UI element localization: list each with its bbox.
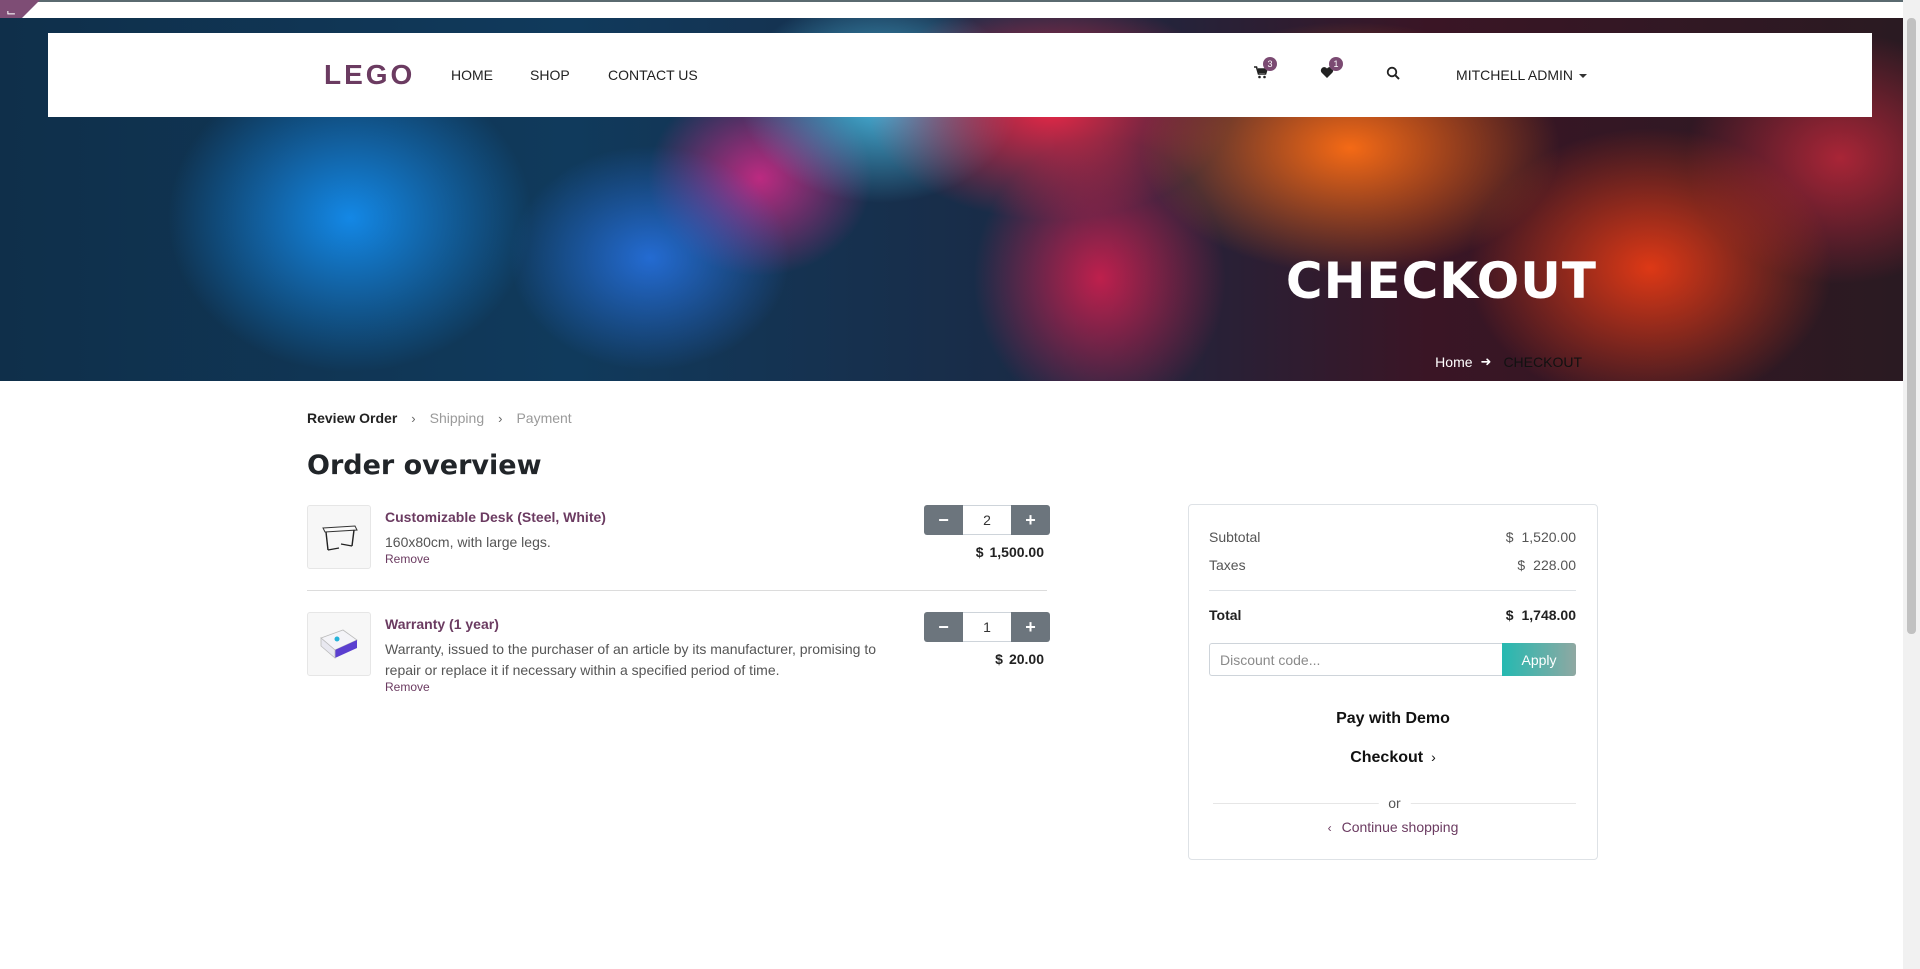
checkout-label: Checkout	[1350, 749, 1424, 766]
product-image-desk[interactable]	[307, 505, 371, 569]
taxes-row: Taxes $228.00	[1209, 557, 1576, 573]
step-review-order: Review Order	[307, 410, 398, 426]
continue-shopping-link[interactable]: ‹ Continue shopping	[1189, 819, 1597, 835]
page-title: Order overview	[307, 450, 542, 481]
chevron-right-icon: ›	[411, 410, 416, 426]
decrease-quantity-button[interactable]: −	[924, 612, 963, 642]
breadcrumb-current: CHECKOUT	[1503, 354, 1582, 370]
page-scrollbar[interactable]	[1903, 0, 1920, 969]
subtotal-amount: $1,520.00	[1506, 529, 1576, 545]
plus-icon: +	[1025, 509, 1036, 530]
step-shipping: Shipping	[429, 410, 485, 426]
total-amount: $1,748.00	[1506, 607, 1576, 623]
checkout-steps: Review Order › Shipping › Payment	[307, 410, 572, 426]
nav-home[interactable]: HOME	[451, 67, 493, 83]
search-button[interactable]	[1386, 66, 1400, 84]
search-icon	[1386, 66, 1400, 80]
discount-code-input[interactable]	[1209, 643, 1502, 676]
checkout-button[interactable]: Checkout ›	[1189, 749, 1597, 767]
or-label: or	[1378, 795, 1411, 811]
taxes-amount: $228.00	[1517, 557, 1576, 573]
minus-icon: −	[938, 616, 949, 637]
price-value: 1,500.00	[989, 544, 1045, 560]
remove-line-link[interactable]: Remove	[385, 680, 430, 694]
subtotal-value: 1,520.00	[1521, 529, 1577, 545]
line-price: $20.00	[995, 651, 1044, 667]
arrow-right-icon: ➜	[1480, 354, 1492, 369]
summary-divider	[1209, 590, 1576, 591]
quantity-input[interactable]	[963, 612, 1011, 642]
subtotal-label: Subtotal	[1209, 529, 1261, 545]
line-price: $1,500.00	[976, 544, 1044, 560]
top-edit-strip	[0, 0, 1920, 18]
remove-line-link[interactable]: Remove	[385, 552, 430, 566]
total-label: Total	[1209, 607, 1242, 623]
breadcrumb-home-link[interactable]: Home	[1435, 354, 1472, 370]
apply-discount-button[interactable]: Apply	[1502, 643, 1576, 676]
user-menu[interactable]: MITCHELL ADMIN	[1456, 67, 1587, 83]
order-line: Warranty (1 year) Warranty, issued to th…	[307, 612, 1050, 694]
hero-breadcrumb: Home ➜ CHECKOUT	[1435, 354, 1582, 370]
pay-with-label: Pay with Demo	[1336, 710, 1450, 727]
price-value: 20.00	[1008, 651, 1044, 667]
currency-symbol: $	[975, 544, 984, 560]
subtotal-row: Subtotal $1,520.00	[1209, 529, 1576, 545]
product-name-link[interactable]: Warranty (1 year)	[385, 616, 499, 632]
hero-title: CHECKOUT	[1285, 252, 1597, 310]
product-name-link[interactable]: Customizable Desk (Steel, White)	[385, 509, 606, 525]
site-logo[interactable]: LEGO	[324, 59, 415, 91]
discount-form: Apply	[1209, 643, 1576, 676]
currency-symbol: $	[1505, 607, 1514, 623]
quantity-input[interactable]	[963, 505, 1011, 535]
product-description: Warranty, issued to the purchaser of an …	[385, 641, 876, 678]
wishlist-count-badge: 1	[1329, 57, 1343, 71]
line-divider	[307, 590, 1047, 591]
chevron-right-icon: ›	[498, 410, 503, 426]
scrollbar-thumb[interactable]	[1907, 18, 1916, 634]
increase-quantity-button[interactable]: +	[1011, 505, 1050, 535]
cart-count-badge: 3	[1263, 57, 1277, 71]
minus-icon: −	[938, 509, 949, 530]
top-navbar: LEGO HOME SHOP CONTACT US 3 1 MITCHELL A…	[48, 33, 1872, 117]
quantity-stepper: − +	[924, 505, 1050, 535]
currency-symbol: $	[1505, 529, 1514, 545]
total-value: 1,748.00	[1521, 607, 1577, 623]
total-row: Total $1,748.00	[1209, 607, 1576, 623]
taxes-value: 228.00	[1533, 557, 1576, 573]
user-name: MITCHELL ADMIN	[1456, 67, 1573, 83]
increase-quantity-button[interactable]: +	[1011, 612, 1050, 642]
corner-icon: ⌙	[6, 5, 17, 19]
desk-icon	[322, 525, 358, 551]
continue-shopping-label: Continue shopping	[1341, 819, 1459, 835]
nav-contact-us[interactable]: CONTACT US	[608, 67, 698, 83]
caret-down-icon	[1579, 74, 1587, 79]
step-payment: Payment	[516, 410, 572, 426]
currency-symbol: $	[1517, 557, 1526, 573]
cart-button[interactable]: 3	[1254, 57, 1277, 83]
order-line: Customizable Desk (Steel, White) 160x80c…	[307, 505, 1050, 575]
warranty-box-icon	[320, 629, 358, 659]
chevron-right-icon: ›	[1431, 749, 1436, 765]
chevron-left-icon: ‹	[1327, 821, 1332, 835]
or-separator: or	[1213, 795, 1576, 811]
currency-symbol: $	[995, 651, 1003, 667]
wishlist-button[interactable]: 1	[1320, 57, 1343, 83]
product-description: 160x80cm, with large legs.	[385, 534, 551, 550]
taxes-label: Taxes	[1209, 557, 1246, 573]
decrease-quantity-button[interactable]: −	[924, 505, 963, 535]
order-summary-card: Subtotal $1,520.00 Taxes $228.00 Total $…	[1188, 504, 1598, 860]
plus-icon: +	[1025, 616, 1036, 637]
nav-shop[interactable]: SHOP	[530, 67, 570, 83]
product-image-warranty[interactable]	[307, 612, 371, 676]
quantity-stepper: − +	[924, 612, 1050, 642]
